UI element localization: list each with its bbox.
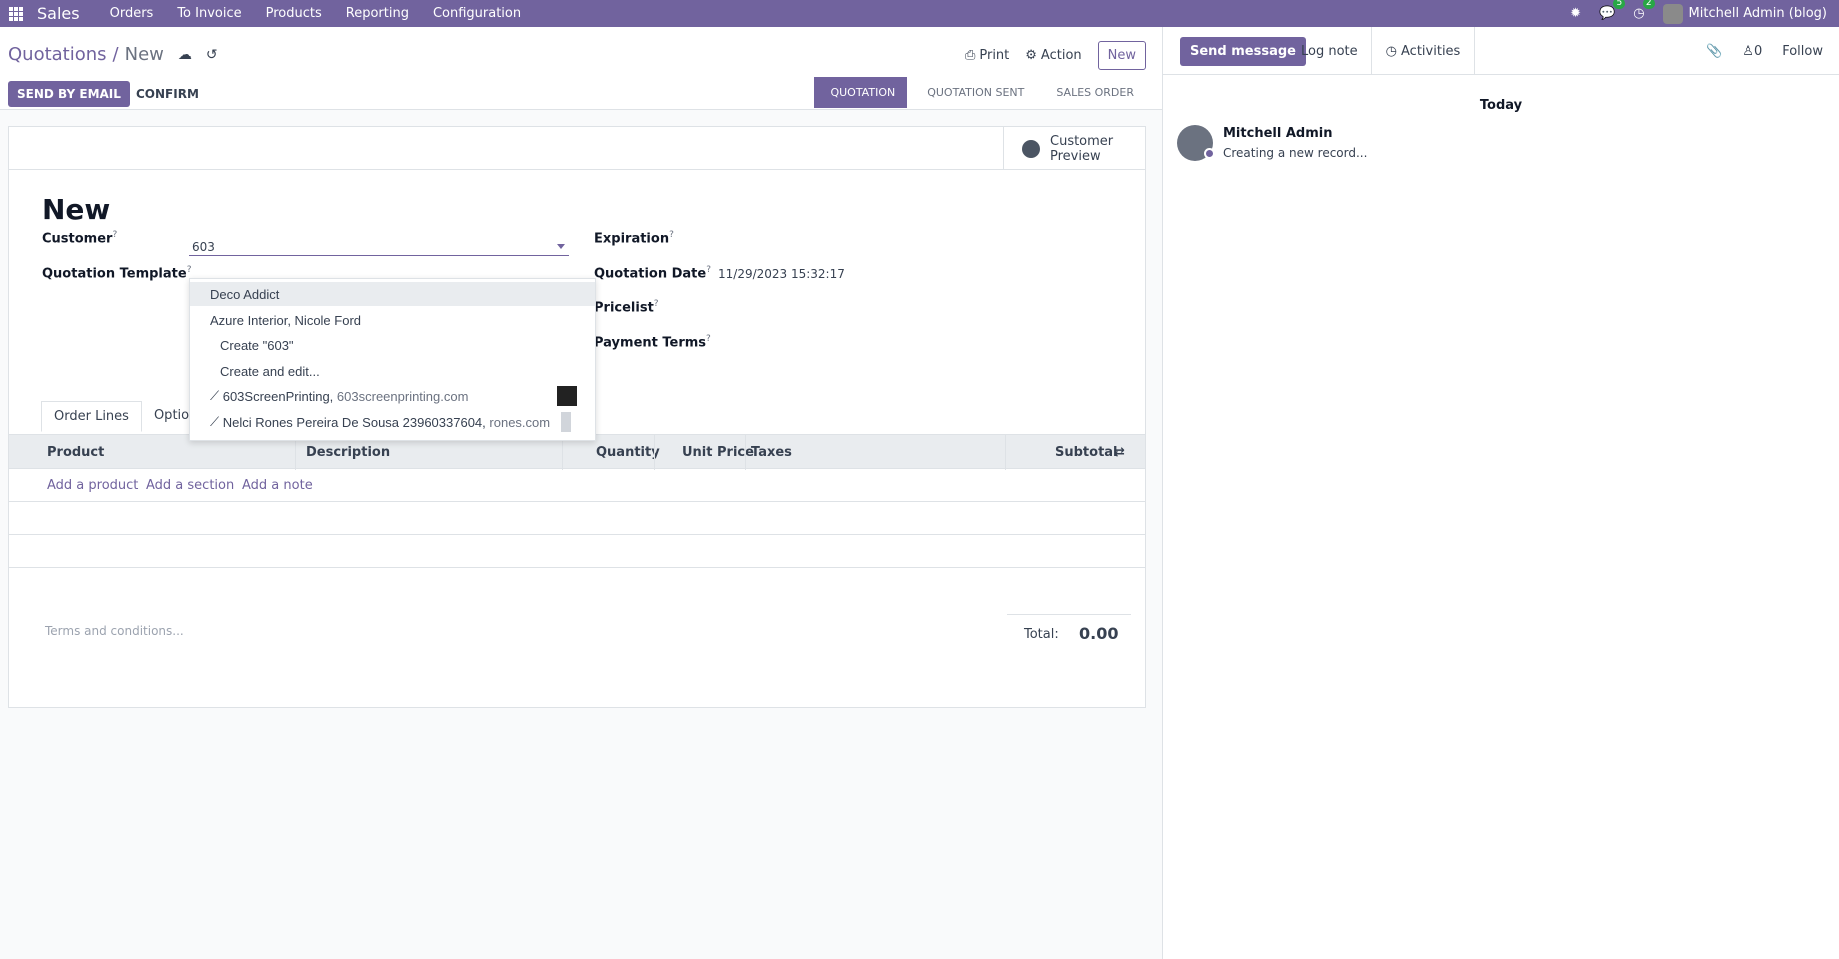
col-unit-price[interactable]: Unit Price (682, 445, 754, 460)
user-avatar[interactable] (1662, 3, 1683, 24)
pricelist-label: Pricelist? (594, 299, 659, 316)
control-panel: Quotations / New ☁ ↺ ⎙ Print ⚙ Action New … (0, 27, 1162, 110)
customer-input[interactable]: 603 (189, 236, 569, 256)
activities-clock-icon[interactable]: ◷ 2 (1633, 0, 1655, 21)
empty-row (9, 502, 1145, 535)
dropdown-item-deco-addict[interactable]: Deco Addict (190, 282, 595, 306)
save-cloud-icon[interactable]: ☁ (178, 47, 192, 63)
quotation-date-field[interactable]: 11/29/2023 15:32:17 (718, 267, 845, 281)
stage-quotation-sent[interactable]: QUOTATION SENT (907, 77, 1036, 108)
expiration-label: Expiration? (594, 230, 674, 247)
breadcrumb-current: New (124, 44, 164, 65)
breadcrumb-quotations[interactable]: Quotations (8, 44, 107, 65)
col-quantity[interactable]: Quantity (596, 445, 660, 460)
gear-icon: ⚙ (1025, 48, 1037, 63)
stage-sales-order[interactable]: SALES ORDER (1036, 77, 1146, 108)
messages-badge: 5 (1613, 0, 1626, 9)
app-brand[interactable]: Sales (37, 4, 80, 23)
add-line-row: Add a product Add a section Add a note (9, 469, 1145, 502)
col-product[interactable]: Product (47, 445, 104, 460)
customer-autocomplete-dropdown: Deco Addict Azure Interior, Nicole Ford … (189, 278, 596, 441)
follow-button[interactable]: Follow (1782, 44, 1823, 59)
dropdown-item-603screenprinting[interactable]: ⟋ 603ScreenPrinting, 603screenprinting.c… (190, 384, 595, 408)
top-navbar: Sales Orders To Invoice Products Reporti… (0, 0, 1839, 27)
autocomplete-icon: ⟋ (210, 388, 223, 403)
chatter-topbar: Send message Log note ◷ Activities 📎 ♙0 F… (1163, 27, 1839, 75)
action-button[interactable]: ⚙ Action (1025, 48, 1081, 63)
new-button[interactable]: New (1097, 41, 1146, 70)
printer-icon: ⎙ (964, 48, 976, 63)
dropdown-item-azure-interior[interactable]: Azure Interior, Nicole Ford (190, 308, 595, 332)
col-subtotal[interactable]: Subtotal (1055, 445, 1118, 460)
person-icon: ♙ (1742, 44, 1754, 59)
add-product-link[interactable]: Add a product (47, 478, 138, 493)
online-status-icon (1204, 148, 1215, 159)
record-title: New (42, 193, 111, 226)
total-value: 0.00 (1079, 624, 1119, 643)
dropdown-create[interactable]: Create "603" (190, 333, 595, 357)
dropdown-item-nelci-rones[interactable]: ⟋ Nelci Rones Pereira De Sousa 239603376… (190, 410, 595, 434)
autocomplete-icon: ⟋ (210, 414, 223, 429)
notebook-tabs: Order Lines Option (41, 401, 209, 432)
discard-icon[interactable]: ↺ (206, 47, 218, 63)
customer-preview-label-1: Customer (1050, 133, 1114, 149)
globe-icon (1022, 139, 1040, 158)
followers-button[interactable]: ♙0 (1742, 44, 1762, 59)
total-divider (1007, 614, 1131, 615)
background-gutter (1146, 110, 1162, 959)
message-body: Creating a new record... (1223, 146, 1368, 160)
terms-field[interactable]: Terms and conditions... (45, 624, 184, 638)
payment-terms-label: Payment Terms? (594, 334, 711, 351)
breadcrumb-separator: / (112, 44, 119, 65)
dropdown-create-and-edit[interactable]: Create and edit... (190, 359, 595, 383)
chatter-panel: Send message Log note ◷ Activities 📎 ♙0 F… (1162, 27, 1839, 959)
optional-columns-icon[interactable]: ⇄ (1114, 445, 1125, 460)
total-label: Total: (1024, 627, 1059, 642)
menu-to-invoice[interactable]: To Invoice (177, 6, 241, 21)
send-by-email-button[interactable]: SEND BY EMAIL (8, 81, 130, 107)
add-section-link[interactable]: Add a section (146, 478, 234, 493)
chevron-down-icon[interactable] (557, 244, 565, 249)
customer-preview-label-2: Preview (1050, 148, 1101, 164)
message-author[interactable]: Mitchell Admin (1223, 126, 1332, 141)
quotation-template-label: Quotation Template? (42, 265, 192, 282)
clock-icon: ◷ (1385, 43, 1398, 59)
menu-configuration[interactable]: Configuration (433, 6, 521, 21)
statusbar: QUOTATION QUOTATION SENT SALES ORDER (814, 77, 1146, 108)
quotation-date-label: Quotation Date? (594, 265, 711, 282)
send-message-button[interactable]: Send message (1180, 37, 1306, 66)
messages-icon[interactable]: 💬 5 (1599, 0, 1626, 21)
activities-badge: 2 (1642, 0, 1655, 9)
breadcrumb: Quotations / New ☁ ↺ (8, 44, 218, 65)
col-taxes[interactable]: Taxes (751, 445, 792, 460)
company-logo-thumbnail (557, 386, 577, 406)
bug-icon[interactable]: ✹ (1570, 6, 1581, 21)
empty-row (9, 535, 1145, 568)
confirm-button[interactable]: CONFIRM (136, 87, 199, 101)
menu-reporting[interactable]: Reporting (346, 6, 409, 21)
customer-label: Customer? (42, 230, 118, 247)
stage-quotation[interactable]: QUOTATION (814, 77, 908, 108)
print-button[interactable]: ⎙ Print (965, 48, 1009, 63)
log-note-button[interactable]: Log note (1301, 44, 1358, 59)
attachment-icon[interactable]: 📎 (1706, 44, 1722, 59)
activities-button[interactable]: ◷ Activities (1371, 27, 1475, 75)
menu-products[interactable]: Products (266, 6, 322, 21)
apps-menu-icon[interactable] (9, 6, 23, 21)
user-menu[interactable]: Mitchell Admin (blog) (1689, 6, 1827, 21)
add-note-link[interactable]: Add a note (242, 478, 313, 493)
date-separator: Today (1479, 98, 1523, 113)
menu-orders[interactable]: Orders (110, 6, 154, 21)
col-description[interactable]: Description (306, 445, 390, 460)
button-box: Customer Preview (9, 127, 1145, 170)
customer-preview-button[interactable]: Customer Preview (1003, 127, 1145, 170)
company-logo-thumbnail (561, 412, 571, 432)
tab-order-lines[interactable]: Order Lines (41, 401, 142, 432)
